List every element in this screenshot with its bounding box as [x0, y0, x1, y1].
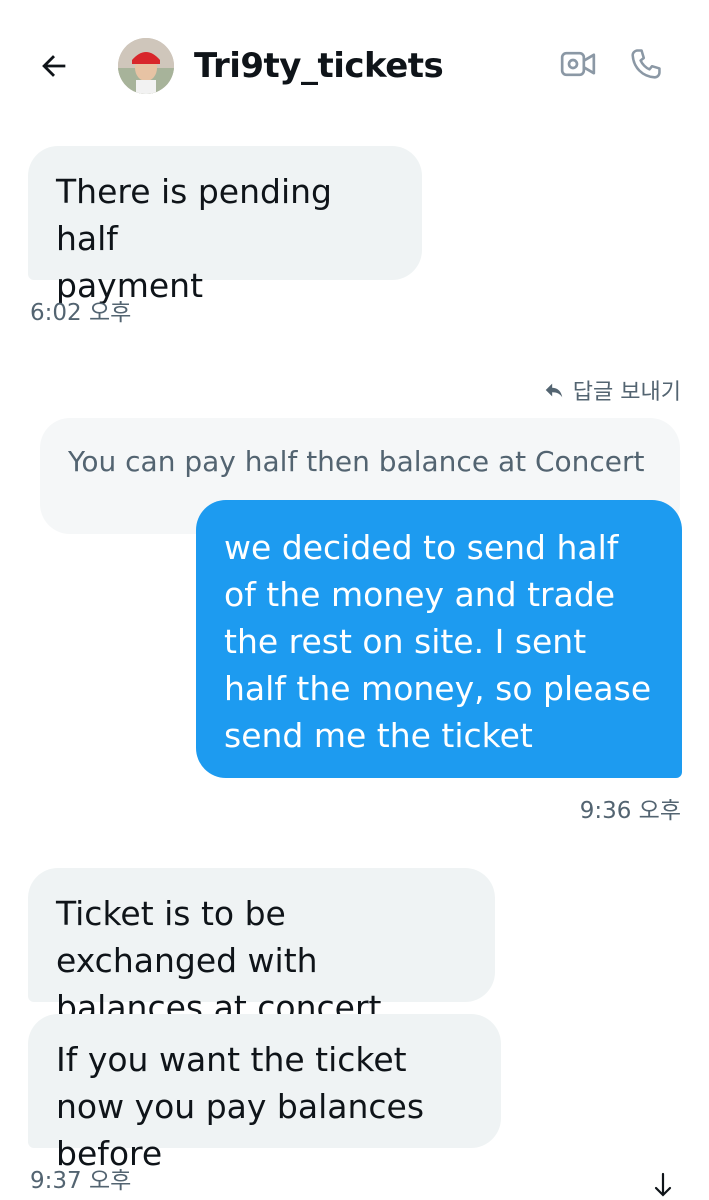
- phone-icon: [631, 49, 661, 79]
- video-call-button[interactable]: [556, 42, 600, 86]
- conversation-header: Tri9ty_tickets: [0, 0, 709, 130]
- avatar[interactable]: [118, 38, 174, 94]
- message-bubble-incoming[interactable]: Ticket is to be exchanged with balances …: [28, 868, 495, 1027]
- message-timestamp: 9:37 오후: [30, 1168, 132, 1194]
- reply-label: 답글 보내기: [572, 380, 681, 405]
- dm-conversation-screen: Tri9ty_tickets There is pending half pay…: [0, 0, 709, 1200]
- avatar-image: [118, 38, 174, 94]
- reply-indicator: 답글 보내기: [543, 374, 681, 406]
- message-timestamp: 9:36 오후: [579, 798, 681, 824]
- phone-call-button[interactable]: [624, 42, 668, 86]
- message-timestamp: 6:02 오후: [30, 300, 132, 326]
- scroll-to-bottom-button[interactable]: [645, 1172, 681, 1200]
- back-button[interactable]: [32, 44, 76, 88]
- arrow-left-icon: [42, 55, 66, 77]
- message-bubble-incoming[interactable]: If you want the ticket now you pay balan…: [28, 1014, 501, 1173]
- message-bubble-outgoing[interactable]: we decided to send half of the money and…: [196, 500, 682, 778]
- reply-arrow-icon: [545, 383, 563, 398]
- arrow-down-icon: [654, 1172, 672, 1197]
- message-bubble-incoming[interactable]: There is pending half payment: [28, 146, 422, 305]
- contact-name[interactable]: Tri9ty_tickets: [194, 44, 444, 88]
- video-call-icon: [560, 51, 596, 77]
